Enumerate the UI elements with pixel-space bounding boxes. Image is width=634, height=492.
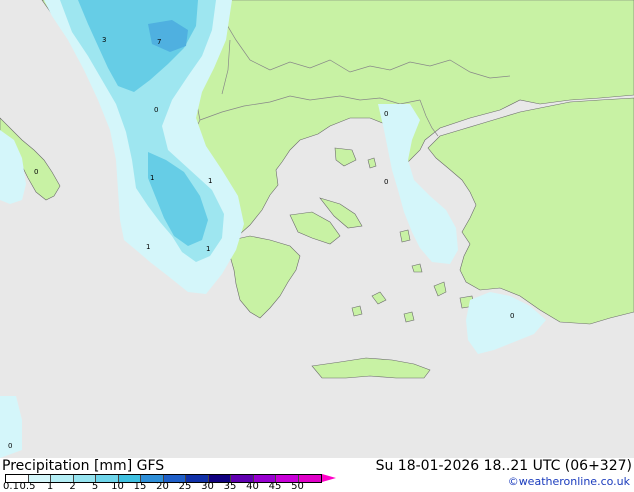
legend-tick-label: 15	[133, 481, 147, 492]
value-label: 0	[384, 110, 388, 118]
value-label: 0	[8, 442, 12, 450]
value-label: 7	[157, 38, 161, 46]
value-label: 0	[154, 106, 158, 114]
footer-bar: Precipitation [mm] GFS Su 18-01-2026 18.…	[0, 458, 634, 492]
legend-tick-label: 40	[246, 481, 259, 492]
legend-tick-label: 35	[223, 481, 237, 492]
value-label: 0	[510, 312, 514, 320]
legend-tick-label: 5	[91, 481, 99, 492]
legend-tick-label: 0.5	[19, 481, 36, 492]
legend-tick-label: 10	[111, 481, 124, 492]
legend-tick-label: 0.1	[3, 481, 19, 492]
value-label: 1	[150, 174, 154, 182]
legend-arrow-icon	[322, 474, 336, 482]
value-label: 1	[208, 177, 212, 185]
legend-tick-label: 30	[201, 481, 214, 492]
legend-tick-label: 50	[291, 481, 304, 492]
legend-ticks: 0.1 0.5 1 2 5 10 15 20 25 30 35 40 45 50	[0, 482, 340, 492]
value-label: 0	[34, 168, 38, 176]
map-title: Precipitation [mm] GFS	[2, 458, 164, 474]
precipitation-map: 3 7 0 0 0 0 1 1 1 1 0 0	[0, 0, 634, 458]
credit-label: ©weatheronline.co.uk	[507, 475, 630, 488]
product-label: Precipitation [mm]	[2, 458, 133, 474]
valid-time: Su 18-01-2026 18..21 UTC (06+327)	[375, 458, 632, 474]
value-label: 1	[206, 245, 210, 253]
legend-tick-label: 20	[156, 481, 169, 492]
legend-tick-label: 45	[268, 481, 282, 492]
value-label: 3	[102, 36, 106, 44]
legend-tick-label: 1	[46, 481, 54, 492]
legend-tick-label: 25	[178, 481, 192, 492]
credit-link[interactable]: ©weatheronline.co.uk	[508, 475, 630, 488]
model-label: GFS	[136, 458, 165, 474]
value-label: 0	[384, 178, 388, 186]
value-label: 1	[146, 243, 150, 251]
legend-tick-label: 2	[69, 481, 76, 492]
